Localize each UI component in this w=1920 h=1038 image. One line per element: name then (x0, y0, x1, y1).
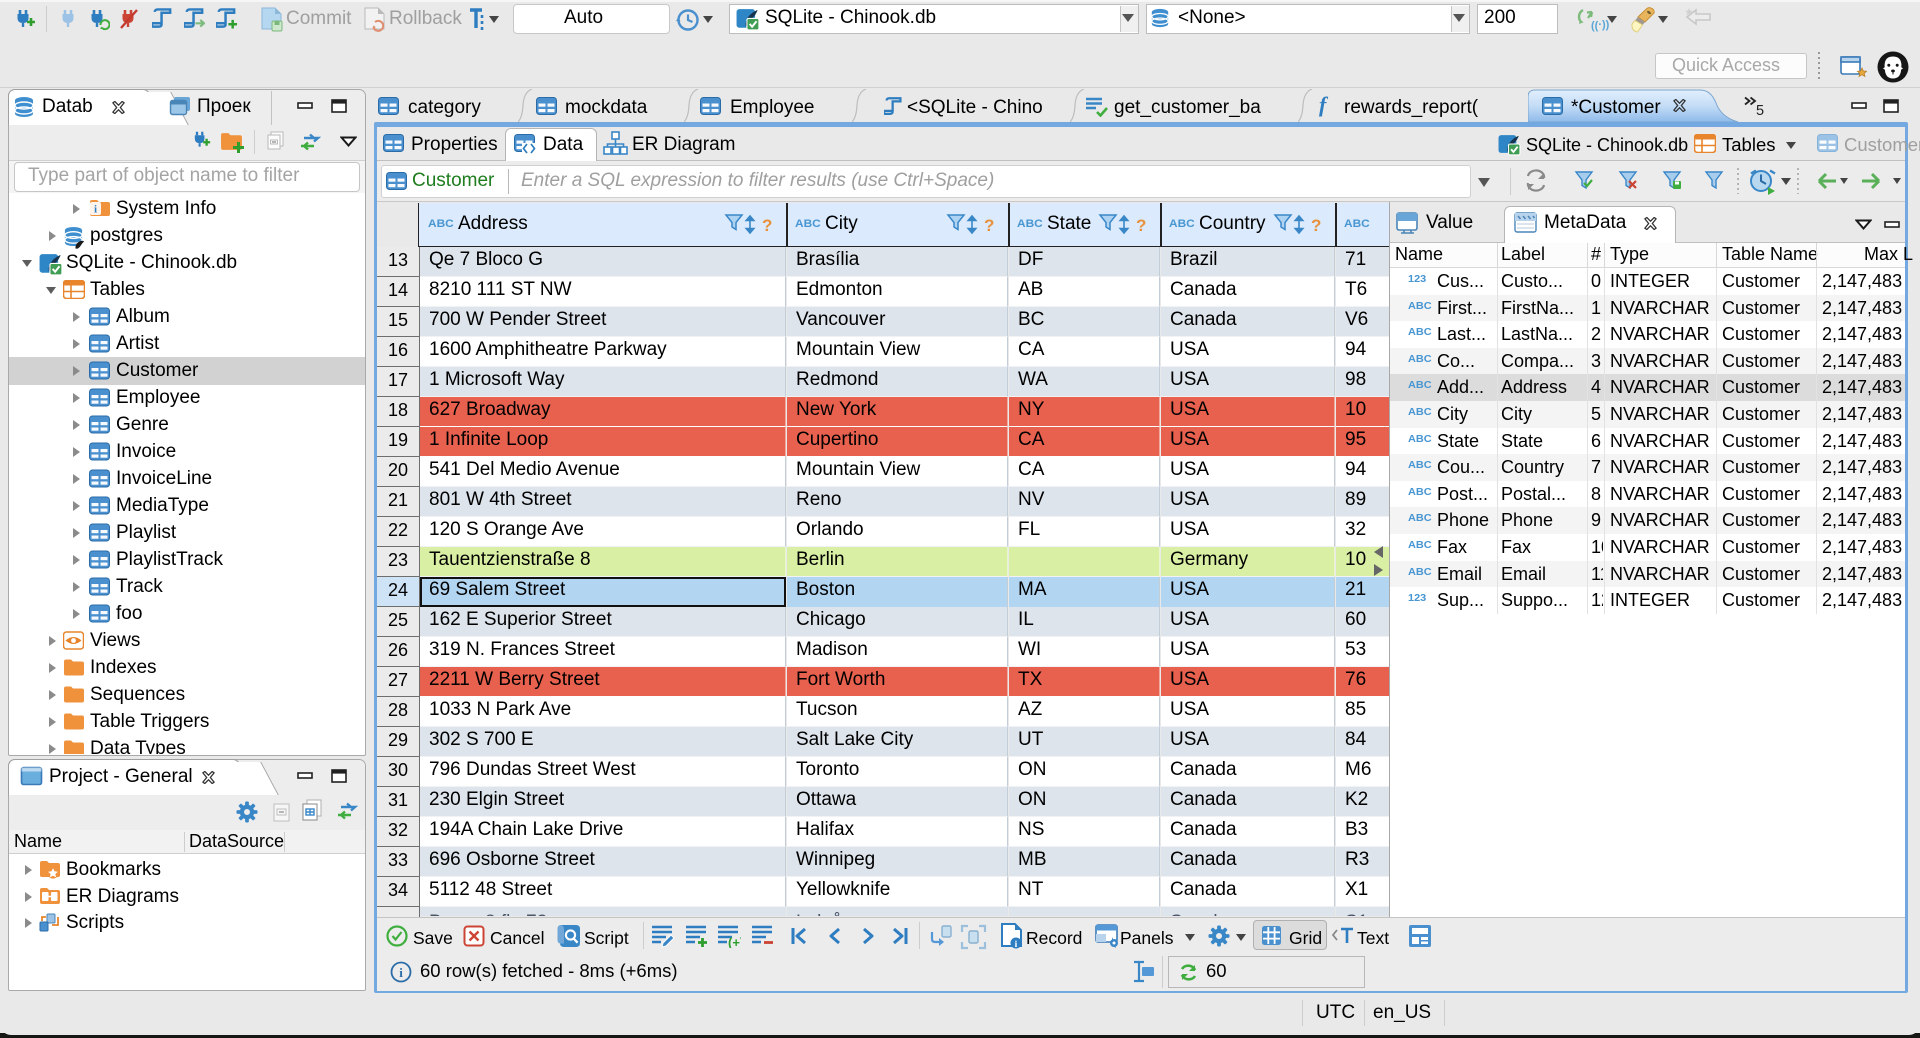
svg-text:5: 5 (1756, 103, 1764, 118)
svg-text:i: i (399, 965, 403, 980)
svg-text:?: ? (984, 216, 994, 235)
svg-text:?: ? (762, 216, 772, 235)
svg-text:?: ? (1136, 216, 1146, 235)
svg-text:i: i (94, 204, 97, 216)
svg-text:?: ? (1311, 216, 1321, 235)
svg-text:(+): (+) (728, 935, 741, 948)
svg-text:i: i (1015, 940, 1018, 950)
